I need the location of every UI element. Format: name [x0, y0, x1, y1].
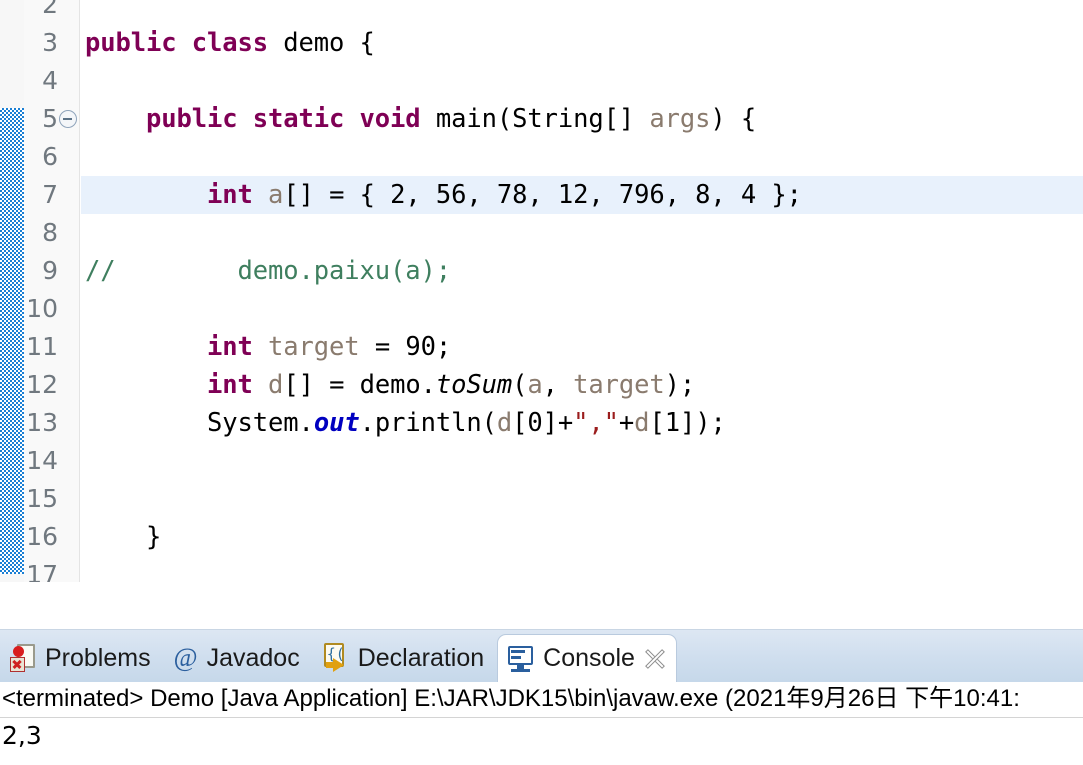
- line-number: 11: [26, 332, 58, 361]
- console-process-header: <terminated> Demo [Java Application] E:\…: [0, 682, 1083, 718]
- code-token: (: [512, 370, 528, 400]
- code-token: demo {: [283, 28, 375, 58]
- tab-label: Javadoc: [206, 643, 300, 672]
- editor-view-sash[interactable]: [0, 616, 1083, 630]
- code-token: target: [573, 370, 665, 400]
- code-token: ,: [542, 370, 574, 400]
- line-number-ruler[interactable]: 2 3 4 5 6 7 8 9 10 11 12 13 14 15 16 17: [24, 0, 80, 582]
- code-token: public class: [85, 28, 284, 58]
- line-number: 17: [26, 560, 58, 582]
- line-number: 8: [42, 218, 58, 247]
- change-bar-marker: [0, 108, 24, 574]
- code-token: args: [649, 104, 711, 134]
- code-token: [1]);: [649, 408, 726, 438]
- code-token: [0]+: [512, 408, 574, 438]
- line-number: 13: [26, 408, 58, 437]
- console-view[interactable]: <terminated> Demo [Java Application] E:\…: [0, 682, 1083, 765]
- code-token: d: [496, 408, 513, 438]
- code-token: out: [313, 408, 360, 438]
- change-bar-ruler: [0, 0, 24, 582]
- tab-label: Declaration: [357, 643, 485, 672]
- code-token: System.: [207, 408, 314, 438]
- code-line[interactable]: }: [85, 518, 161, 556]
- eclipse-ide-window: 2 3 4 5 6 7 8 9 10 11 12 13 14 15 16 17 public class de…: [0, 0, 1083, 765]
- fold-collapse-icon[interactable]: [59, 110, 77, 128]
- code-token: toSum: [435, 370, 513, 400]
- code-text-area[interactable]: public class demo { public static void m…: [81, 0, 1083, 582]
- code-token: target: [268, 332, 360, 362]
- code-line[interactable]: System.out.println(d[0]+","+d[1]);: [85, 404, 726, 442]
- at-sign-icon: @: [173, 643, 198, 672]
- code-token: d: [268, 370, 284, 400]
- line-number: 4: [42, 66, 58, 95]
- line-number: 10: [26, 294, 58, 323]
- tab-problems[interactable]: Problems: [0, 634, 160, 682]
- line-number: 2: [42, 0, 58, 19]
- tab-console[interactable]: Console: [497, 634, 677, 682]
- code-token: int: [207, 180, 269, 210]
- close-icon[interactable]: [643, 647, 667, 671]
- code-line[interactable]: public class demo {: [85, 24, 375, 62]
- code-token: int: [207, 370, 269, 400]
- line-number: 12: [26, 370, 58, 399]
- code-token: ",": [573, 408, 619, 438]
- problems-icon: [9, 643, 37, 673]
- code-token: = 90;: [359, 332, 452, 362]
- line-number: 7: [42, 180, 58, 209]
- code-token: );: [664, 370, 696, 400]
- code-line[interactable]: public static void main(String[] args) {: [85, 100, 756, 138]
- code-token: }: [85, 522, 162, 552]
- tab-declaration[interactable]: {(Declaration: [313, 634, 493, 682]
- code-token: a: [527, 370, 543, 400]
- bottom-view-stack: Problems @ Javadoc {(Declaration Console <te…: [0, 630, 1083, 765]
- line-number: 15: [26, 484, 58, 513]
- code-token: ) {: [710, 104, 757, 134]
- line-number: 5: [42, 104, 58, 133]
- code-token: public static void: [146, 104, 436, 134]
- line-number: 6: [42, 142, 58, 171]
- code-token: // demo.paixu(a);: [85, 256, 452, 286]
- code-token: +: [618, 408, 635, 438]
- code-token: .println(: [359, 408, 497, 438]
- code-line[interactable]: int target = 90;: [85, 328, 451, 366]
- tab-label: Problems: [45, 643, 151, 672]
- code-line[interactable]: // demo.paixu(a);: [85, 252, 451, 290]
- console-output-text: 2,3: [2, 721, 42, 750]
- code-line[interactable]: int d[] = demo.toSum(a, target);: [85, 366, 695, 404]
- view-tab-bar: Problems @ Javadoc {(Declaration Console: [0, 630, 1083, 682]
- line-number: 14: [26, 446, 58, 475]
- code-line[interactable]: int a[] = { 2, 56, 78, 12, 796, 8, 4 };: [85, 176, 802, 214]
- declaration-icon: {(: [322, 643, 350, 673]
- code-token: [] = demo.: [283, 370, 436, 400]
- line-number: 3: [42, 28, 58, 57]
- code-token: main(String[]: [435, 104, 650, 134]
- tab-javadoc[interactable]: @ Javadoc: [164, 634, 309, 682]
- code-token: int: [207, 332, 269, 362]
- line-number: 9: [42, 256, 58, 285]
- console-icon: [507, 645, 535, 673]
- code-token: d: [634, 408, 650, 438]
- line-number: 16: [26, 522, 58, 551]
- code-token: a: [268, 180, 284, 210]
- java-editor[interactable]: 2 3 4 5 6 7 8 9 10 11 12 13 14 15 16 17 public class de…: [0, 0, 1083, 582]
- tab-label: Console: [543, 644, 635, 672]
- code-token: [] = { 2, 56, 78, 12, 796, 8, 4 };: [283, 180, 802, 210]
